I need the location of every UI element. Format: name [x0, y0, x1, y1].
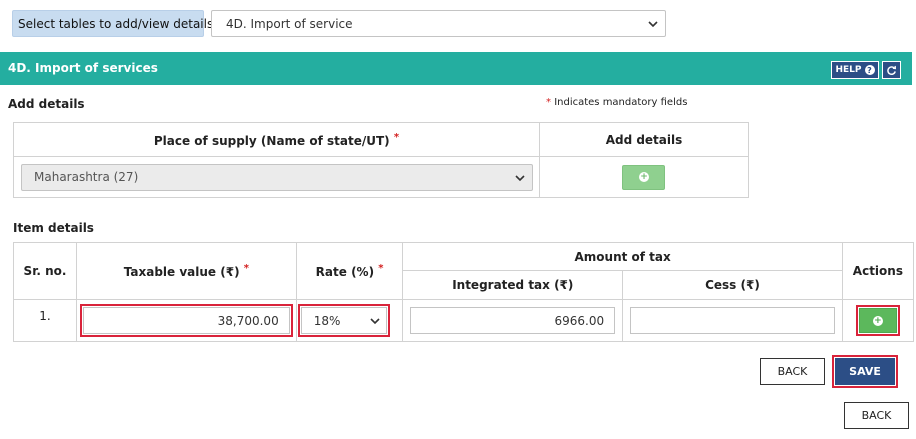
- amount-of-tax-header: Amount of tax: [402, 242, 843, 271]
- rate-select[interactable]: 18%: [297, 304, 390, 337]
- plus-circle-icon: +: [872, 315, 883, 326]
- add-details-table: Place of supply (Name of state/UT) * Add…: [13, 122, 750, 198]
- rate-cell: 18%: [295, 299, 404, 342]
- required-star: *: [546, 97, 551, 108]
- question-circle-icon: ?: [864, 65, 875, 75]
- rate-value: 18%: [313, 313, 341, 328]
- place-of-supply-header: Place of supply (Name of state/UT) *: [13, 122, 540, 157]
- place-of-supply-value: Maharashtra (27): [34, 170, 139, 184]
- add-item-button[interactable]: +: [855, 305, 900, 336]
- add-details-cell: +: [538, 156, 750, 198]
- cess-header: Cess (₹): [622, 270, 843, 300]
- table-row: 1. 38,700.00 18% 6966.00 +: [12, 299, 915, 342]
- chevron-down-icon: [370, 318, 380, 325]
- required-star: *: [243, 263, 249, 274]
- add-place-button[interactable]: +: [622, 164, 666, 190]
- taxable-value-input[interactable]: 38,700.00: [80, 304, 293, 337]
- top-bar: Select tables to add/view details 4D. Im…: [0, 0, 916, 52]
- taxable-value-label: Taxable value (₹): [123, 265, 240, 279]
- select-tables-label: Select tables to add/view details: [12, 10, 213, 37]
- integrated-tax-header: Integrated tax (₹): [402, 270, 624, 300]
- mandatory-note: * Indicates mandatory fields: [546, 97, 687, 108]
- refresh-icon: [887, 65, 897, 75]
- table-select-value: 4D. Import of service: [226, 16, 353, 31]
- chevron-down-icon: [515, 174, 525, 181]
- save-button[interactable]: SAVE: [832, 355, 898, 388]
- place-of-supply-cell: Maharashtra (27): [13, 156, 540, 198]
- actions-header: Actions: [841, 242, 915, 300]
- integrated-tax-input[interactable]: 6966.00: [410, 307, 616, 334]
- plus-circle-icon: +: [638, 172, 649, 182]
- add-details-heading: Add details: [8, 97, 85, 111]
- actions-cell: +: [841, 299, 915, 342]
- section-title: 4D. Import of services: [8, 61, 158, 75]
- table-select-dropdown[interactable]: 4D. Import of service: [211, 10, 666, 37]
- taxable-value-cell: 38,700.00: [76, 299, 297, 342]
- item-details-heading: Item details: [13, 221, 94, 235]
- place-of-supply-label: Place of supply (Name of state/UT): [153, 133, 390, 148]
- required-star: *: [393, 131, 400, 143]
- refresh-button[interactable]: [882, 61, 901, 79]
- cess-cell: [622, 299, 843, 342]
- rate-header: Rate (%) *: [295, 242, 404, 300]
- rate-label: Rate (%): [315, 265, 375, 279]
- required-star: *: [378, 263, 384, 274]
- sr-no-header: Sr. no.: [12, 242, 78, 300]
- add-details-header: Add details: [538, 122, 750, 157]
- section-header: 4D. Import of services: [0, 52, 912, 85]
- integrated-tax-cell: 6966.00: [402, 299, 624, 342]
- cess-input[interactable]: [630, 307, 835, 334]
- back-button[interactable]: BACK: [760, 358, 825, 385]
- help-label: HELP: [835, 65, 862, 75]
- place-of-supply-dropdown[interactable]: Maharashtra (27): [21, 163, 533, 191]
- sr-no-cell: 1.: [12, 299, 78, 342]
- item-details-table: Sr. no. Taxable value (₹) * Rate (%) * A…: [12, 242, 915, 342]
- back-bottom-button[interactable]: BACK: [844, 402, 909, 429]
- help-button[interactable]: HELP ?: [831, 61, 879, 79]
- mandatory-note-text: Indicates mandatory fields: [554, 97, 688, 108]
- taxable-value-header: Taxable value (₹) *: [76, 242, 297, 300]
- chevron-down-icon: [648, 21, 658, 28]
